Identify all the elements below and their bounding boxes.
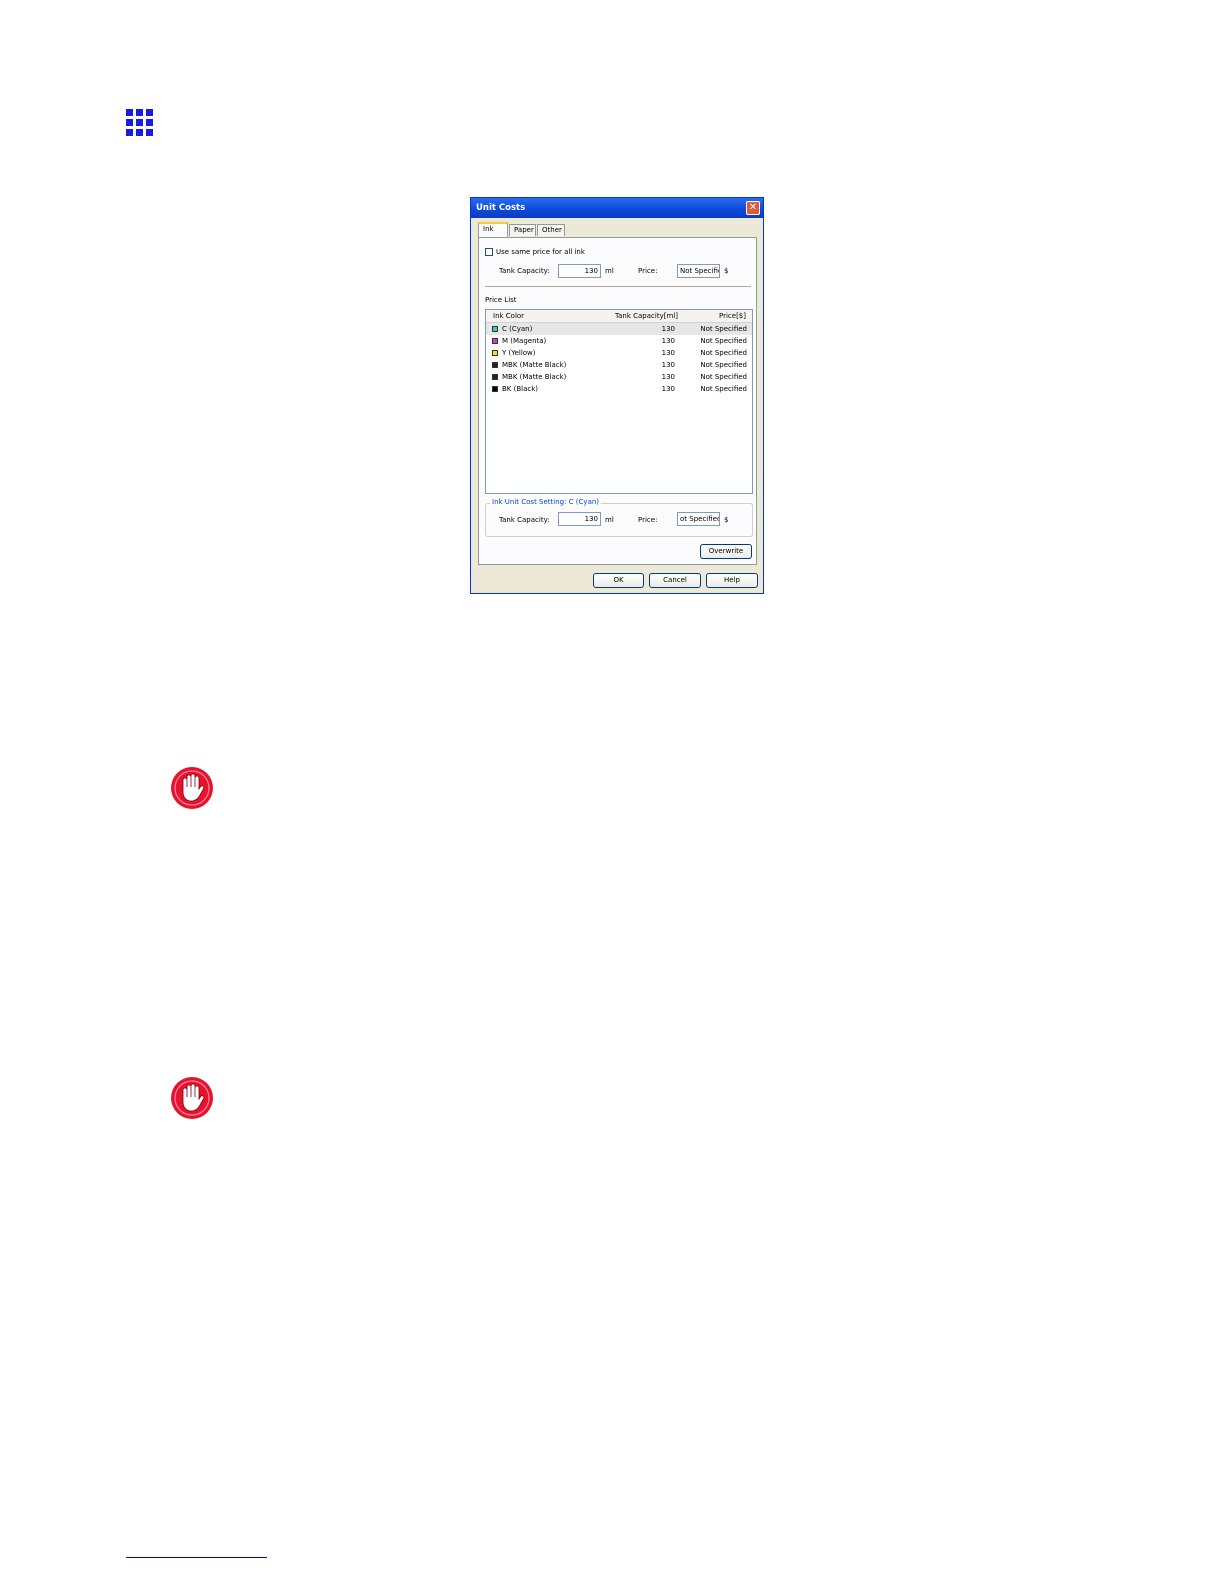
stop-hand-icon <box>171 767 213 809</box>
price-input[interactable]: Not Specifie <box>677 264 720 278</box>
column-ink-color[interactable]: Ink Color <box>493 312 524 320</box>
footer-rule <box>126 1557 267 1558</box>
ink-color-name: MBK (Matte Black) <box>502 373 567 381</box>
close-button[interactable]: ✕ <box>746 201 760 215</box>
tank-capacity-unit: ml <box>605 267 614 275</box>
tank-capacity-value: 130 <box>661 337 675 345</box>
ink-color-swatch <box>492 374 498 380</box>
separator <box>485 286 751 287</box>
ok-button[interactable]: OK <box>593 573 644 588</box>
column-tank-capacity[interactable]: Tank Capacity[ml] <box>615 312 678 320</box>
tab-ink[interactable]: Ink <box>478 222 508 237</box>
tank-capacity-value: 130 <box>661 325 675 333</box>
tank-capacity-input[interactable]: 130 <box>558 264 601 278</box>
price-unit: $ <box>724 267 729 275</box>
tank-capacity-label: Tank Capacity: <box>499 267 550 275</box>
tank-capacity-value: 130 <box>661 373 675 381</box>
tab-other[interactable]: Other <box>537 224 565 236</box>
list-item[interactable]: M (Magenta) 130 Not Specified <box>486 335 752 347</box>
list-item[interactable]: Y (Yellow) 130 Not Specified <box>486 347 752 359</box>
close-icon: ✕ <box>748 202 758 213</box>
group-tank-capacity-unit: ml <box>605 516 614 524</box>
tank-capacity-value: 130 <box>661 385 675 393</box>
tank-capacity-value: 130 <box>661 361 675 369</box>
tank-capacity-value: 130 <box>661 349 675 357</box>
grid-menu-icon <box>126 109 153 136</box>
ink-color-swatch <box>492 362 498 368</box>
list-item[interactable]: MBK (Matte Black) 130 Not Specified <box>486 371 752 383</box>
ink-color-name: C (Cyan) <box>502 325 533 333</box>
group-title: Ink Unit Cost Setting: C (Cyan) <box>490 498 602 506</box>
price-value: Not Specified <box>700 325 747 333</box>
ink-tab-panel: Use same price for all ink Tank Capacity… <box>478 237 757 565</box>
column-price[interactable]: Price[$] <box>719 312 746 320</box>
ink-color-name: BK (Black) <box>502 385 539 393</box>
list-item[interactable]: BK (Black) 130 Not Specified <box>486 383 752 395</box>
ink-color-swatch <box>492 326 498 332</box>
dialog-titlebar: Unit Costs ✕ <box>471 198 763 218</box>
stop-hand-icon <box>171 1077 213 1119</box>
cancel-button[interactable]: Cancel <box>649 573 701 588</box>
group-price-label: Price: <box>638 516 658 524</box>
group-price-input[interactable]: ot Specified <box>677 512 720 526</box>
group-tank-capacity-label: Tank Capacity: <box>499 516 550 524</box>
price-list-label: Price List <box>485 296 517 304</box>
price-value: Not Specified <box>700 373 747 381</box>
group-tank-capacity-input[interactable]: 130 <box>558 512 601 526</box>
ink-color-name: M (Magenta) <box>502 337 547 345</box>
ink-color-swatch <box>492 338 498 344</box>
price-value: Not Specified <box>700 385 747 393</box>
price-list-header: Ink Color Tank Capacity[ml] Price[$] <box>486 310 752 323</box>
use-same-price-checkbox[interactable] <box>485 248 493 256</box>
ink-color-swatch <box>492 350 498 356</box>
price-value: Not Specified <box>700 349 747 357</box>
price-value: Not Specified <box>700 337 747 345</box>
ink-color-swatch <box>492 386 498 392</box>
price-list[interactable]: Ink Color Tank Capacity[ml] Price[$] C (… <box>485 309 753 494</box>
ink-color-name: Y (Yellow) <box>502 349 536 357</box>
ink-color-name: MBK (Matte Black) <box>502 361 567 369</box>
help-button[interactable]: Help <box>706 573 758 588</box>
group-price-unit: $ <box>724 516 729 524</box>
price-label: Price: <box>638 267 658 275</box>
overwrite-button[interactable]: Overwrite <box>700 544 752 559</box>
list-item[interactable]: C (Cyan) 130 Not Specified <box>486 323 752 335</box>
list-item[interactable]: MBK (Matte Black) 130 Not Specified <box>486 359 752 371</box>
dialog-title: Unit Costs <box>476 203 526 213</box>
tab-paper[interactable]: Paper <box>509 224 536 236</box>
ink-unit-cost-setting-group: Ink Unit Cost Setting: C (Cyan) Tank Cap… <box>485 498 753 537</box>
price-value: Not Specified <box>700 361 747 369</box>
use-same-price-label: Use same price for all ink <box>496 248 585 256</box>
unit-costs-dialog: Unit Costs ✕ Ink Paper Other Use same pr… <box>470 197 764 594</box>
